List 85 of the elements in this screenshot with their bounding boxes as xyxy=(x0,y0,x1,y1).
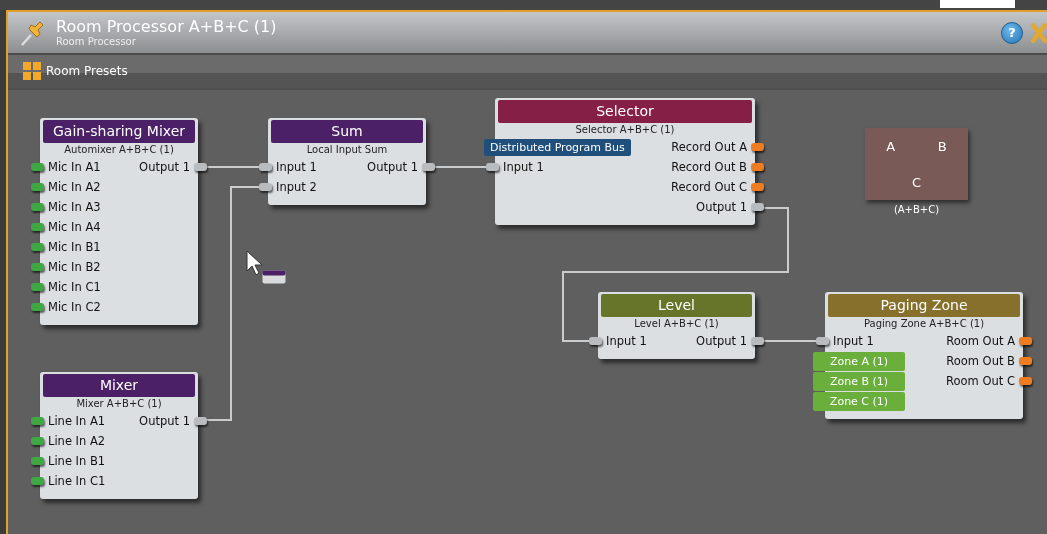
port-connector[interactable] xyxy=(259,183,272,191)
grid-icon xyxy=(22,61,42,81)
port-connector[interactable] xyxy=(259,163,272,171)
port-label: Mic In B1 xyxy=(47,240,102,254)
window-title: Room Processor A+B+C (1) xyxy=(56,17,278,36)
block-subtitle: Mixer A+B+C (1) xyxy=(75,397,163,411)
port-label: Input 1 xyxy=(832,334,875,348)
port-connector[interactable] xyxy=(751,143,764,151)
port-label: Input 1 xyxy=(502,160,545,174)
zone-tag[interactable]: Zone C (1) xyxy=(813,391,905,411)
close-icon[interactable] xyxy=(1031,21,1047,44)
room-letter: C xyxy=(910,173,923,192)
port-label: Line In B1 xyxy=(47,454,107,468)
block-subtitle: Selector A+B+C (1) xyxy=(574,123,676,137)
port-connector[interactable] xyxy=(1019,357,1032,365)
room-label: (A+B+C) xyxy=(893,204,940,215)
port-connector[interactable] xyxy=(31,437,44,445)
port-connector[interactable] xyxy=(31,183,44,191)
port-connector[interactable] xyxy=(589,337,602,345)
room-map[interactable]: A B C xyxy=(865,128,968,200)
port-label: Record Out A xyxy=(670,140,748,154)
port-connector[interactable] xyxy=(31,263,44,271)
port-connector[interactable] xyxy=(751,337,764,345)
port-label: Mic In A1 xyxy=(47,160,102,174)
port-connector[interactable] xyxy=(751,163,764,171)
port-label: Mic In C1 xyxy=(47,280,102,294)
port-connector[interactable] xyxy=(31,243,44,251)
port-label: Mic In A3 xyxy=(47,200,102,214)
zone-tag[interactable]: Zone B (1) xyxy=(813,371,905,391)
block-header: Selector xyxy=(498,100,752,123)
port-label: Line In C1 xyxy=(47,474,107,488)
port-label: Output 1 xyxy=(138,414,191,428)
drag-block-icon xyxy=(262,270,286,284)
port-connector[interactable] xyxy=(31,203,44,211)
port-connector[interactable] xyxy=(194,417,207,425)
port-label: Mic In B2 xyxy=(47,260,102,274)
block-subtitle: Automixer A+B+C (1) xyxy=(63,143,175,157)
port-label: Record Out B xyxy=(670,160,748,174)
port-label: Line In A1 xyxy=(47,414,107,428)
port-label: Output 1 xyxy=(695,334,748,348)
cursor-icon xyxy=(246,250,264,276)
window-subtitle: Room Processor xyxy=(56,35,137,48)
port-connector[interactable] xyxy=(816,337,829,345)
port-label: Input 2 xyxy=(275,180,318,194)
port-connector[interactable] xyxy=(31,163,44,171)
room-letter: B xyxy=(936,137,948,156)
port-connector[interactable] xyxy=(31,223,44,231)
port-label: Output 1 xyxy=(138,160,191,174)
room-letter: A xyxy=(885,137,897,156)
port-label: Room Out B xyxy=(945,354,1016,368)
port-connector[interactable] xyxy=(422,163,435,171)
port-connector[interactable] xyxy=(31,417,44,425)
block-subtitle: Local Input Sum xyxy=(305,143,389,157)
port-connector[interactable] xyxy=(31,457,44,465)
port-label: Output 1 xyxy=(695,200,748,214)
port-connector[interactable] xyxy=(1019,337,1032,345)
zone-tag[interactable]: Zone A (1) xyxy=(813,351,905,371)
port-label: Input 1 xyxy=(605,334,648,348)
block-header: Level xyxy=(601,294,752,317)
block-header: Mixer xyxy=(43,374,195,397)
port-connector[interactable] xyxy=(751,203,764,211)
card-background[interactable] xyxy=(40,118,198,325)
port-label: Input 1 xyxy=(275,160,318,174)
port-connector[interactable] xyxy=(31,477,44,485)
block-subtitle: Paging Zone A+B+C (1) xyxy=(862,317,986,331)
block-header: Gain-sharing Mixer xyxy=(43,120,195,143)
block-header: Paging Zone xyxy=(828,294,1020,317)
port-label: Mic In C2 xyxy=(47,300,102,314)
block-header: Sum xyxy=(271,120,423,143)
port-connector[interactable] xyxy=(486,163,499,171)
block-subtitle: Level A+B+C (1) xyxy=(633,317,720,331)
room-presets-button[interactable]: Room Presets xyxy=(22,61,128,81)
port-label: Mic In A4 xyxy=(47,220,102,234)
help-button[interactable]: ? xyxy=(1001,21,1023,44)
port-label: Room Out C xyxy=(945,374,1016,388)
port-label: Room Out A xyxy=(945,334,1016,348)
port-connector[interactable] xyxy=(31,283,44,291)
port-connector[interactable] xyxy=(194,163,207,171)
port-connector[interactable] xyxy=(31,303,44,311)
port-label: Mic In A2 xyxy=(47,180,102,194)
port-label: Output 1 xyxy=(366,160,419,174)
port-connector[interactable] xyxy=(751,183,764,191)
port-label: Record Out C xyxy=(670,180,748,194)
port-label: Line In A2 xyxy=(47,434,107,448)
port-connector[interactable] xyxy=(1019,377,1032,385)
